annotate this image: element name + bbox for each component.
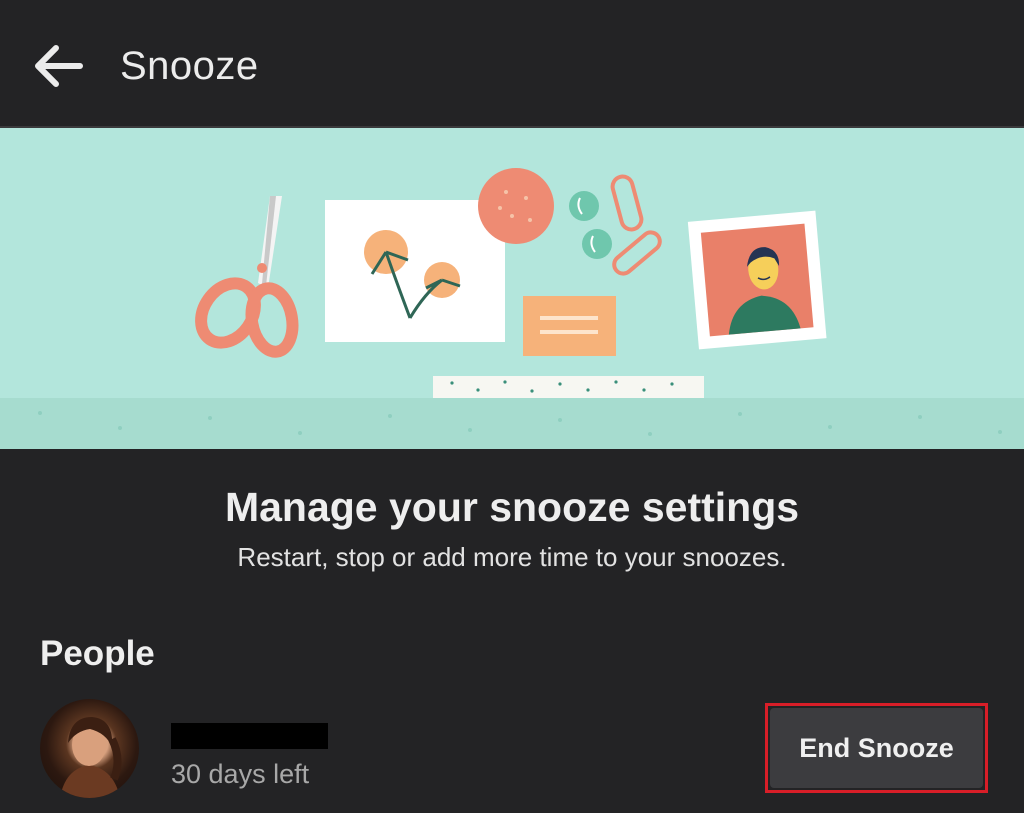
note-card-icon [523, 296, 616, 356]
snooze-banner-illustration [0, 128, 1024, 449]
flower-card-icon [325, 200, 505, 342]
time-left-label: 30 days left [171, 759, 310, 789]
redacted-name [171, 723, 328, 749]
pushpin-icon [569, 191, 612, 259]
page-title: Snooze [120, 44, 259, 88]
avatar[interactable] [40, 699, 139, 798]
arrow-left-icon [35, 45, 83, 87]
washi-tape-icon [433, 376, 704, 398]
app-bar: Snooze [0, 0, 1024, 128]
end-snooze-button[interactable]: End Snooze [770, 708, 983, 788]
scissors-icon [195, 196, 299, 358]
portrait-photo-icon [687, 210, 827, 350]
back-button[interactable] [22, 34, 94, 98]
sun-circle-icon [478, 168, 554, 244]
manage-snooze-heading: Manage your snooze settings [224, 484, 800, 530]
paperclip-icon [610, 174, 662, 276]
people-section-title: People [40, 634, 155, 673]
manage-snooze-subheading: Restart, stop or add more time to your s… [237, 542, 787, 572]
